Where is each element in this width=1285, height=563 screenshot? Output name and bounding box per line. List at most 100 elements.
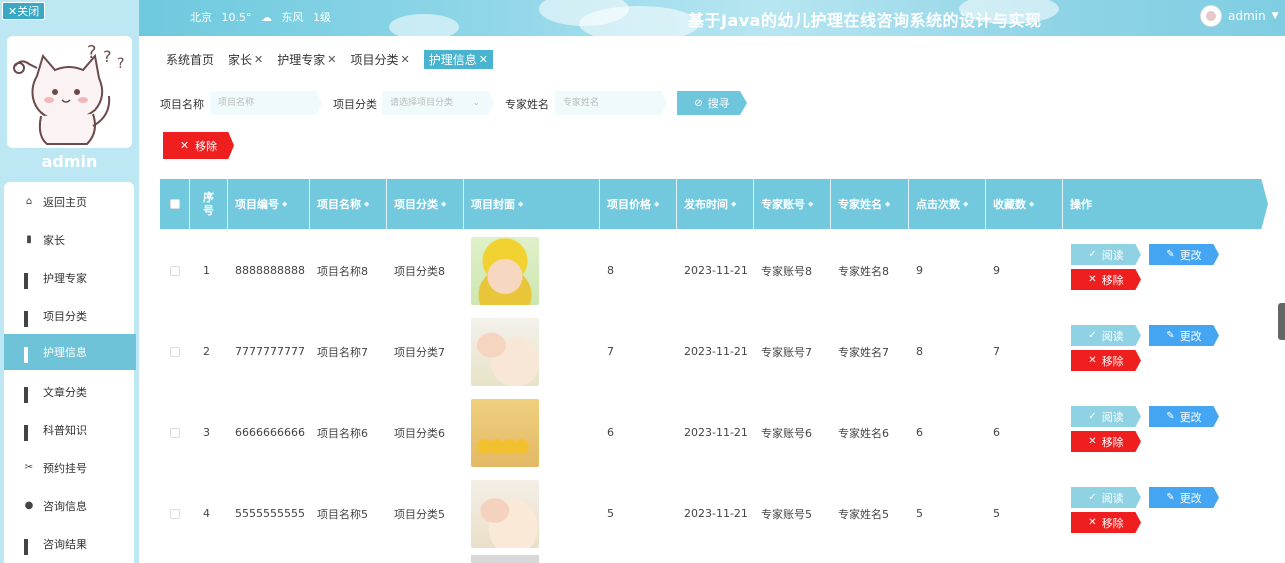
cell-account: 专家账号6 [761, 426, 812, 440]
col-clicks[interactable]: 点击次数 ◆ [909, 179, 986, 229]
sort-icon: ◆ [1029, 200, 1035, 208]
user-avatar [1200, 5, 1222, 27]
col-expert[interactable]: 专家姓名 ◆ [831, 179, 909, 229]
weather-wind-dir: 东风 [281, 11, 304, 24]
tab-home[interactable]: 系统首页 [166, 51, 214, 68]
edit-button[interactable]: ✎ 更改 [1149, 244, 1219, 265]
close-button[interactable]: ✕关闭 [2, 2, 46, 20]
tab-experts[interactable]: 护理专家 ✕ [277, 51, 336, 68]
chevron-down-icon: ▼ [1271, 11, 1279, 21]
col-index: 序号 [190, 179, 228, 229]
cell-category: 项目分类5 [394, 507, 445, 521]
col-code[interactable]: 项目编号 ◆ [228, 179, 310, 229]
project-name-input[interactable]: 项目名称 [210, 91, 322, 115]
grid-icon [24, 347, 34, 363]
row-checkbox[interactable] [170, 346, 180, 357]
sort-icon: ◆ [282, 200, 288, 208]
cell-price: 6 [607, 426, 614, 439]
checkbox-icon [169, 199, 180, 209]
project-category-label: 项目分类 [333, 98, 377, 111]
grid-icon [24, 311, 34, 327]
close-icon[interactable]: ✕ [327, 53, 336, 66]
cell-name: 项目名称6 [317, 426, 368, 440]
col-price[interactable]: 项目价格 ◆ [600, 179, 677, 229]
sidebar-item-consult-result[interactable]: 咨询结果 [4, 526, 136, 562]
delete-button[interactable]: ✕ 移除 [1071, 512, 1141, 533]
sidebar-item-article-category[interactable]: 文章分类 [4, 374, 136, 410]
sort-icon: ◆ [518, 200, 524, 208]
read-button[interactable]: ✓ 阅读 [1071, 244, 1141, 265]
sort-icon: ◆ [808, 200, 814, 208]
edit-button[interactable]: ✎ 更改 [1149, 325, 1219, 346]
check-icon: ✓ [1088, 492, 1097, 503]
sidebar-item-label: 护理专家 [43, 272, 87, 285]
check-icon: ✓ [1088, 330, 1097, 341]
bulk-remove-button[interactable]: ✕ 移除 [163, 132, 234, 159]
cell-expert: 专家姓名7 [838, 345, 889, 359]
select-all-checkbox[interactable] [160, 179, 190, 229]
col-date[interactable]: 发布时间 ◆ [677, 179, 754, 229]
tab-nursing-info[interactable]: 护理信息 ✕ [423, 50, 493, 69]
cover-image [471, 479, 539, 548]
row-checkbox[interactable] [170, 508, 180, 519]
data-table: 序号 项目编号 ◆ 项目名称 ◆ 项目分类 ◆ 项目封面 ◆ 项目价格 ◆ 发布时间 ◆ 专… [160, 179, 1268, 563]
sidebar-item-parents[interactable]: ▮ 家长 [4, 222, 136, 258]
col-favorites[interactable]: 收藏数 ◆ [986, 179, 1063, 229]
tab-label: 护理信息 [428, 53, 477, 67]
sidebar-item-nursing-info[interactable]: 护理信息 [4, 334, 136, 370]
table-row: 1 8888888888 项目名称8 项目分类8 8 2023-11-21 专家… [160, 230, 1268, 311]
col-category[interactable]: 项目分类 ◆ [387, 179, 464, 229]
delete-button[interactable]: ✕ 移除 [1071, 269, 1141, 290]
delete-button[interactable]: ✕ 移除 [1071, 350, 1141, 371]
scrollbar-handle[interactable] [1278, 303, 1285, 340]
search-button[interactable]: ⊘ 搜寻 [677, 91, 747, 115]
close-icon: ✕ [179, 139, 190, 152]
user-icon: ● [24, 500, 34, 511]
close-icon: ✕ [1088, 436, 1097, 447]
row-checkbox[interactable] [170, 265, 180, 276]
search-icon: ⊘ [694, 97, 703, 109]
close-icon[interactable]: ✕ [479, 53, 488, 66]
home-icon: ⌂ [25, 196, 33, 207]
cell-expert: 专家姓名5 [838, 507, 889, 521]
admin-avatar: ? ? ? [7, 36, 132, 148]
cell-price: 7 [607, 345, 614, 358]
edit-icon: ✎ [1166, 330, 1175, 341]
sidebar-item-label: 项目分类 [43, 310, 87, 323]
sidebar-item-home[interactable]: ⌂ 返回主页 [4, 184, 136, 220]
tab-label: 护理专家 [277, 53, 326, 67]
sidebar-item-consult-info[interactable]: ● 咨询信息 [4, 488, 136, 524]
read-button[interactable]: ✓ 阅读 [1071, 406, 1141, 427]
cell-code: 5555555555 [235, 507, 305, 520]
row-checkbox[interactable] [170, 427, 180, 438]
expert-name-input[interactable]: 专家姓名 [555, 91, 667, 115]
tab-parents[interactable]: 家长 ✕ [228, 51, 263, 68]
grid-icon [24, 539, 34, 555]
sidebar-item-project-category[interactable]: 项目分类 [4, 298, 136, 334]
sidebar-item-appointment[interactable]: ✂ 预约挂号 [4, 450, 136, 486]
edit-button[interactable]: ✎ 更改 [1149, 487, 1219, 508]
read-button[interactable]: ✓ 阅读 [1071, 325, 1141, 346]
sort-icon: ◆ [963, 200, 969, 208]
col-name[interactable]: 项目名称 ◆ [310, 179, 387, 229]
cell-index: 4 [203, 507, 210, 520]
cell-date: 2023-11-21 [684, 264, 748, 277]
read-button[interactable]: ✓ 阅读 [1071, 487, 1141, 508]
sidebar-item-label: 文章分类 [43, 386, 87, 399]
grid-icon [24, 273, 34, 289]
sidebar-item-experts[interactable]: 护理专家 [4, 260, 136, 296]
col-account[interactable]: 专家账号 ◆ [754, 179, 831, 229]
close-icon[interactable]: ✕ [254, 53, 263, 66]
tab-project-category[interactable]: 项目分类 ✕ [350, 51, 409, 68]
cell-clicks: 6 [916, 426, 923, 439]
check-icon: ✓ [1088, 249, 1097, 260]
close-icon[interactable]: ✕ [401, 53, 410, 66]
sidebar-item-science[interactable]: 科普知识 [4, 412, 136, 448]
cell-expert: 专家姓名6 [838, 426, 889, 440]
edit-button[interactable]: ✎ 更改 [1149, 406, 1219, 427]
chart-icon: ▮ [26, 234, 32, 245]
delete-button[interactable]: ✕ 移除 [1071, 431, 1141, 452]
project-category-select[interactable]: 请选择项目分类 ⌄ [382, 91, 494, 115]
user-menu[interactable]: admin ▼ [1200, 5, 1279, 27]
col-cover[interactable]: 项目封面 ◆ [464, 179, 600, 229]
